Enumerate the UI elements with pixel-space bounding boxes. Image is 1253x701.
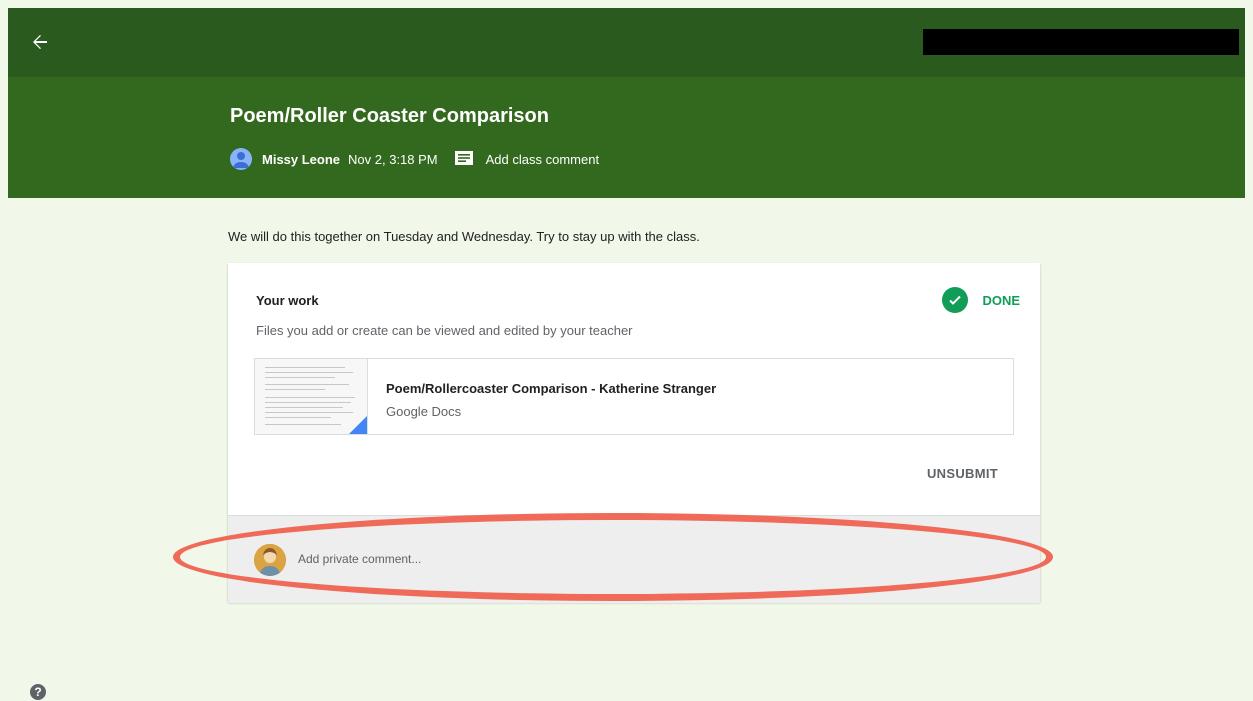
private-comment-input[interactable]: Add private comment... xyxy=(298,552,421,566)
your-work-subtitle: Files you add or create can be viewed an… xyxy=(256,323,633,338)
unsubmit-button[interactable]: UNSUBMIT xyxy=(927,466,998,481)
status-label: DONE xyxy=(982,292,1020,308)
assignment-meta: Missy Leone Nov 2, 3:18 PM Add class com… xyxy=(230,147,599,171)
assignment-header: Poem/Roller Coaster Comparison Missy Leo… xyxy=(8,77,1245,198)
assignment-description: We will do this together on Tuesday and … xyxy=(228,229,700,244)
add-class-comment-button[interactable]: Add class comment xyxy=(454,149,599,169)
page: Poem/Roller Coaster Comparison Missy Leo… xyxy=(8,8,1245,701)
back-button[interactable] xyxy=(28,30,52,54)
comment-icon xyxy=(454,151,473,165)
posted-date: Nov 2, 3:18 PM xyxy=(348,151,438,167)
file-thumbnail xyxy=(255,359,368,434)
person-icon xyxy=(233,152,249,168)
top-bar xyxy=(8,8,1245,77)
file-info: Poem/Rollercoaster Comparison - Katherin… xyxy=(368,359,716,434)
your-work-title: Your work xyxy=(256,293,319,308)
file-name: Poem/Rollercoaster Comparison - Katherin… xyxy=(386,381,717,396)
back-arrow-icon xyxy=(33,35,47,49)
student-avatar xyxy=(254,544,286,576)
attached-file[interactable]: Poem/Rollercoaster Comparison - Katherin… xyxy=(254,358,1014,435)
teacher-name: Missy Leone xyxy=(262,151,341,167)
your-work-card: Your work Files you add or create can be… xyxy=(228,263,1040,603)
teacher-avatar xyxy=(230,148,252,170)
assignment-title: Poem/Roller Coaster Comparison xyxy=(230,105,549,127)
redacted-area xyxy=(923,29,1239,55)
help-icon[interactable]: ? xyxy=(30,684,46,700)
status-badge: DONE xyxy=(942,287,1020,313)
check-icon xyxy=(942,287,969,313)
docs-corner-icon xyxy=(349,416,367,434)
file-type: Google Docs xyxy=(386,404,462,419)
add-class-comment-label: Add class comment xyxy=(485,151,600,167)
private-comment-section: Add private comment... xyxy=(228,515,1040,603)
